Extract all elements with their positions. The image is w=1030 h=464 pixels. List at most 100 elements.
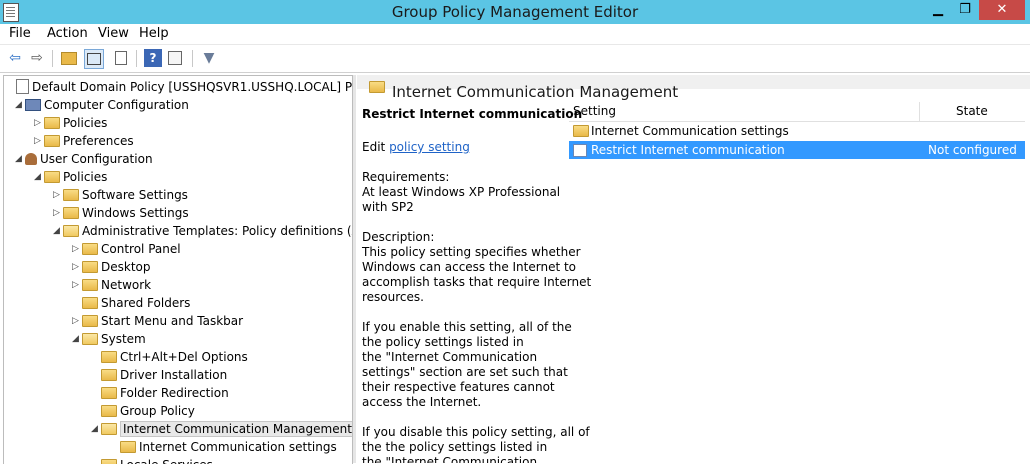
tree-item[interactable]: ▷Windows Settings [53, 204, 189, 222]
details-pane: Internet Communication Management Restri… [357, 75, 1030, 463]
forward-arrow-icon[interactable]: ⇨ [28, 49, 46, 67]
properties-icon[interactable] [166, 49, 184, 67]
requirements-label: Requirements: [362, 170, 449, 185]
collapse-arrow-icon[interactable]: ◢ [53, 222, 63, 240]
description-line: accomplish tasks that require Internet [362, 275, 591, 290]
open-folder-icon [101, 423, 117, 435]
details-header-title: Internet Communication Management [392, 83, 678, 101]
tree-item-label: User Configuration [40, 152, 153, 166]
collapse-arrow-icon[interactable]: ◢ [15, 150, 25, 168]
description-line: If you enable this setting, all of the [362, 320, 572, 335]
menu-file[interactable]: File [9, 26, 31, 41]
filter-icon[interactable]: ▼ [200, 49, 218, 67]
folder-icon [101, 405, 117, 417]
tree-item[interactable]: ▷ Desktop [72, 258, 151, 276]
tree-item-label: Start Menu and Taskbar [101, 314, 243, 328]
collapse-arrow-icon[interactable]: ◢ [34, 168, 44, 186]
tree-item-label: Control Panel [101, 242, 181, 256]
collapse-arrow-icon[interactable]: ◢ [91, 420, 101, 438]
folder-icon [369, 81, 385, 93]
list-item[interactable]: Restrict Internet communicationNot confi… [569, 141, 1025, 159]
export-list-icon[interactable] [112, 49, 130, 67]
tree-item[interactable]: ◢ Policies [34, 168, 107, 186]
column-setting[interactable]: Setting [573, 104, 616, 118]
tree-item[interactable]: ▷Software Settings [53, 186, 188, 204]
tree-pane[interactable]: Default Domain Policy [USSHQSVR1.USSHQ.L… [3, 75, 353, 464]
description-line: Windows can access the Internet to [362, 260, 576, 275]
tree-item-label: Administrative Templates: Policy definit… [82, 224, 353, 238]
minimize-button[interactable]: ▁ [924, 0, 952, 20]
expand-arrow-icon[interactable]: ▷ [72, 312, 82, 330]
edit-prefix: Edit [362, 140, 389, 154]
description-label: Description: [362, 230, 434, 245]
close-button[interactable]: ✕ [979, 0, 1025, 20]
tree-item-label: Network [101, 278, 151, 292]
column-state[interactable]: State [956, 104, 988, 118]
tree-item-label: Policies [63, 116, 107, 130]
expand-arrow-icon[interactable]: ▷ [72, 276, 82, 294]
tree-item[interactable]: ▷ Start Menu and Taskbar [72, 312, 243, 330]
pane-splitter[interactable] [353, 75, 356, 463]
tree-item[interactable]: ◢ Administrative Templates: Policy defini… [53, 222, 353, 240]
open-folder-icon [63, 225, 79, 237]
tree-item-label: System [101, 332, 146, 346]
menu-action[interactable]: Action [47, 26, 88, 41]
list-item-setting: Restrict Internet communication [591, 141, 785, 159]
tree-item-label: Internet Communication settings [139, 440, 337, 454]
expand-arrow-icon[interactable]: ▷ [34, 114, 44, 132]
menu-help[interactable]: Help [139, 26, 169, 41]
tree-item[interactable]: ◢ User Configuration [15, 150, 153, 168]
tree-item-label: Policies [63, 170, 107, 184]
tree-item-label: Shared Folders [101, 296, 190, 310]
description-line: This policy setting specifies whether [362, 245, 581, 260]
tree-item[interactable]: ▷ Network [72, 276, 151, 294]
policy-setting-icon [573, 144, 587, 157]
collapse-arrow-icon[interactable]: ◢ [72, 330, 82, 348]
expand-arrow-icon[interactable]: ▷ [72, 258, 82, 276]
folder-icon [63, 207, 79, 219]
tree-item[interactable]: Folder Redirection [91, 384, 229, 402]
folder-icon [82, 243, 98, 255]
description-line: settings" section are set such that [362, 365, 568, 380]
tree-item[interactable]: ▷Preferences [34, 132, 134, 150]
folder-icon [44, 135, 60, 147]
expand-arrow-icon[interactable]: ▷ [72, 240, 82, 258]
tree-item[interactable]: Driver Installation [91, 366, 227, 384]
settings-list[interactable]: Setting State Internet Communication set… [569, 102, 1025, 463]
folder-icon [82, 279, 98, 291]
edit-line: Edit policy setting [362, 140, 470, 155]
folder-icon [63, 189, 79, 201]
description-line: If you disable this policy setting, all … [362, 425, 590, 440]
tree-item-label: Computer Configuration [44, 98, 189, 112]
tree-item[interactable]: Default Domain Policy [USSHQSVR1.USSHQ.L… [6, 78, 353, 96]
tree-item[interactable]: Group Policy [91, 402, 195, 420]
expand-arrow-icon[interactable]: ▷ [53, 186, 63, 204]
tree-item[interactable]: ▷ Policies [34, 114, 107, 132]
expand-arrow-icon[interactable]: ▷ [34, 132, 44, 150]
expand-arrow-icon[interactable]: ▷ [53, 204, 63, 222]
maximize-button[interactable]: ❐ [952, 0, 978, 20]
tree-item[interactable]: ▷ Control Panel [72, 240, 181, 258]
tree-item[interactable]: Shared Folders [72, 294, 190, 312]
folder-icon [120, 441, 136, 453]
policy-title: Restrict Internet communication [362, 107, 582, 122]
description-line: their respective features cannot [362, 380, 555, 395]
tree-item[interactable]: ◢ System [72, 330, 146, 348]
folder-icon [82, 261, 98, 273]
menu-view[interactable]: View [98, 26, 129, 41]
show-hide-tree-icon[interactable] [84, 49, 104, 69]
collapse-arrow-icon[interactable]: ◢ [15, 96, 25, 114]
description-line: access the Internet. [362, 395, 481, 410]
tree-item-label: Desktop [101, 260, 151, 274]
tree-item[interactable]: Internet Communication settings [110, 438, 337, 456]
help-icon[interactable]: ? [144, 49, 162, 67]
edit-policy-setting-link[interactable]: policy setting [389, 140, 470, 154]
tree-item[interactable]: Ctrl+Alt+Del Options [91, 348, 248, 366]
folder-icon [101, 351, 117, 363]
tree-item[interactable]: ◢Internet Communication Management [91, 420, 353, 438]
tree-item[interactable]: ◢ Computer Configuration [15, 96, 189, 114]
up-folder-icon[interactable] [60, 49, 78, 67]
open-folder-icon [82, 333, 98, 345]
back-arrow-icon[interactable]: ⇦ [6, 49, 24, 67]
list-item[interactable]: Internet Communication settings [569, 122, 1025, 140]
